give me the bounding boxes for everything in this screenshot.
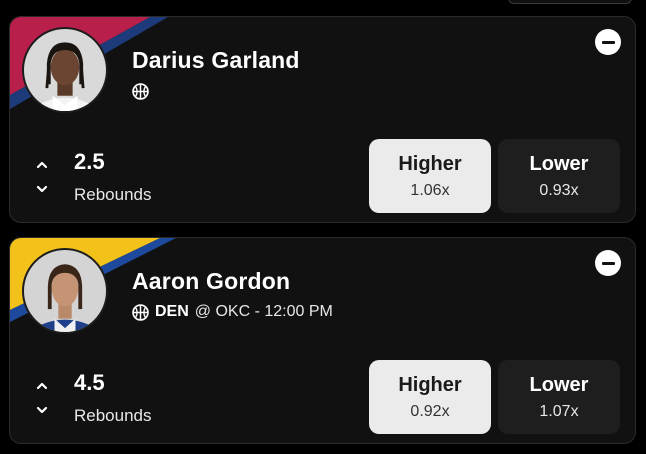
game-info <box>132 81 149 101</box>
minus-icon <box>601 261 615 265</box>
remove-pick-button[interactable] <box>595 29 621 55</box>
higher-button[interactable]: Higher 1.06x <box>369 139 491 213</box>
minus-icon <box>601 40 615 44</box>
lower-multiplier: 0.93x <box>539 181 579 199</box>
game-matchup-time: @ OKC - 12:00 PM <box>194 303 333 320</box>
higher-multiplier: 0.92x <box>410 402 450 420</box>
higher-multiplier: 1.06x <box>410 181 450 199</box>
lower-button[interactable]: Lower 0.93x <box>498 139 620 213</box>
game-info: DEN @ OKC - 12:00 PM <box>132 302 333 322</box>
chevron-down-icon <box>36 185 48 193</box>
remove-pick-button[interactable] <box>595 250 621 276</box>
lower-multiplier: 1.07x <box>539 402 579 420</box>
higher-button[interactable]: Higher 0.92x <box>369 360 491 434</box>
line-adjust-toggle[interactable] <box>34 160 50 194</box>
prop-line-value: 2.5 <box>74 149 105 174</box>
basketball-icon <box>132 82 149 100</box>
lower-label: Lower <box>529 373 589 396</box>
top-pill-button[interactable] <box>508 0 632 4</box>
prop-stat-label: Rebounds <box>74 406 152 425</box>
player-card: Aaron Gordon DEN @ OKC - 12:00 PM 4.5 Re… <box>9 237 636 444</box>
prop-stat-label: Rebounds <box>74 185 152 204</box>
player-avatar <box>22 248 108 334</box>
team-abbreviation: DEN <box>155 303 189 320</box>
player-name: Darius Garland <box>132 47 300 73</box>
player-card: Darius Garland 2.5 Rebounds Higher 1.06x… <box>9 16 636 223</box>
higher-label: Higher <box>398 373 462 396</box>
prop-line-value: 4.5 <box>74 370 105 395</box>
lower-button[interactable]: Lower 1.07x <box>498 360 620 434</box>
line-adjust-toggle[interactable] <box>34 381 50 415</box>
higher-label: Higher <box>398 152 462 175</box>
chevron-down-icon <box>36 406 48 414</box>
player-avatar <box>22 27 108 113</box>
chevron-up-icon <box>36 161 48 169</box>
basketball-icon <box>132 303 149 321</box>
lower-label: Lower <box>529 152 589 175</box>
player-name: Aaron Gordon <box>132 268 291 294</box>
chevron-up-icon <box>36 382 48 390</box>
